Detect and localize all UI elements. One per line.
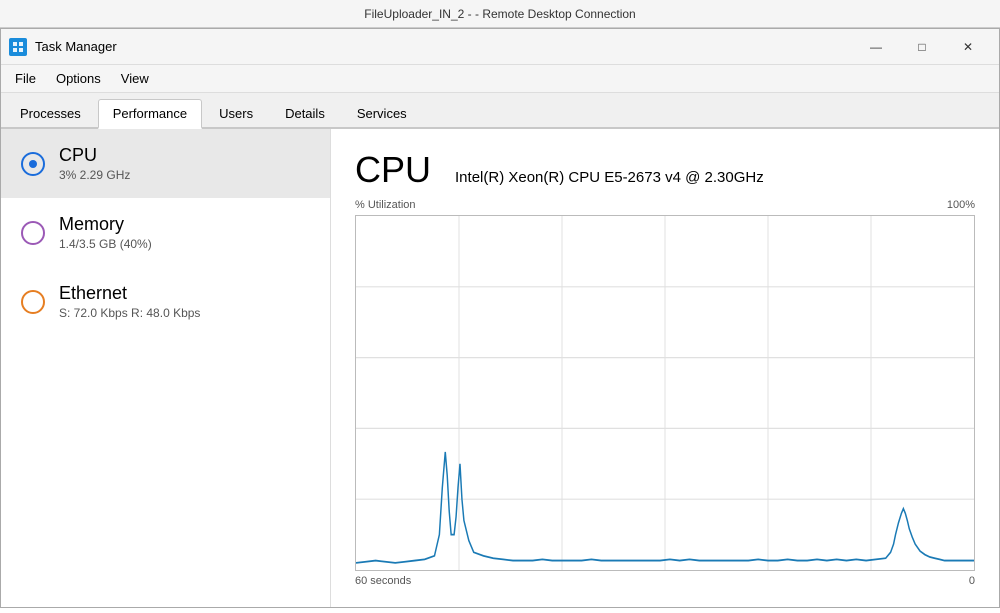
- cpu-model: Intel(R) Xeon(R) CPU E5-2673 v4 @ 2.30GH…: [455, 169, 764, 186]
- task-manager-window: Task Manager — □ ✕ File Options View Pro…: [0, 28, 1000, 608]
- menu-options[interactable]: Options: [46, 67, 111, 90]
- ethernet-detail: S: 72.0 Kbps R: 48.0 Kbps: [59, 306, 200, 320]
- memory-detail: 1.4/3.5 GB (40%): [59, 237, 152, 251]
- tab-bar: Processes Performance Users Details Serv…: [1, 93, 999, 129]
- chart-label-utilization: % Utilization: [355, 199, 416, 211]
- ethernet-icon: [21, 290, 45, 314]
- task-manager-icon: [9, 38, 27, 56]
- menu-bar: File Options View: [1, 65, 999, 93]
- sidebar: CPU 3% 2.29 GHz Memory 1.4/3.5 GB (40%) …: [1, 129, 331, 607]
- window-title: Task Manager: [35, 39, 853, 54]
- maximize-button[interactable]: □: [899, 31, 945, 63]
- chart-label-100: 100%: [947, 199, 975, 211]
- chart-footer-right: 0: [969, 575, 975, 587]
- ethernet-label: Ethernet: [59, 283, 200, 304]
- tab-performance[interactable]: Performance: [98, 99, 202, 129]
- sidebar-item-cpu[interactable]: CPU 3% 2.29 GHz: [1, 129, 330, 198]
- cpu-detail: 3% 2.29 GHz: [59, 168, 130, 182]
- cpu-panel-title: CPU: [355, 149, 431, 191]
- ethernet-text: Ethernet S: 72.0 Kbps R: 48.0 Kbps: [59, 283, 200, 320]
- cpu-header: CPU Intel(R) Xeon(R) CPU E5-2673 v4 @ 2.…: [355, 149, 975, 191]
- main-content: CPU 3% 2.29 GHz Memory 1.4/3.5 GB (40%) …: [1, 129, 999, 607]
- remote-desktop-bar: FileUploader_IN_2 - - Remote Desktop Con…: [0, 0, 1000, 28]
- sidebar-item-ethernet[interactable]: Ethernet S: 72.0 Kbps R: 48.0 Kbps: [1, 267, 330, 336]
- cpu-text: CPU 3% 2.29 GHz: [59, 145, 130, 182]
- menu-view[interactable]: View: [111, 67, 159, 90]
- memory-label: Memory: [59, 214, 152, 235]
- chart-footer-left: 60 seconds: [355, 575, 411, 587]
- tab-processes[interactable]: Processes: [5, 99, 96, 127]
- cpu-icon: [21, 152, 45, 176]
- minimize-button[interactable]: —: [853, 31, 899, 63]
- close-button[interactable]: ✕: [945, 31, 991, 63]
- memory-icon: [21, 221, 45, 245]
- window-titlebar: Task Manager — □ ✕: [1, 29, 999, 65]
- remote-desktop-title: FileUploader_IN_2 - - Remote Desktop Con…: [364, 7, 635, 21]
- chart-footer: 60 seconds 0: [355, 575, 975, 587]
- chart-labels: % Utilization 100%: [355, 199, 975, 211]
- window-controls: — □ ✕: [853, 31, 991, 63]
- menu-file[interactable]: File: [5, 67, 46, 90]
- tab-users[interactable]: Users: [204, 99, 268, 127]
- tab-details[interactable]: Details: [270, 99, 340, 127]
- cpu-chart: [355, 215, 975, 571]
- tab-services[interactable]: Services: [342, 99, 422, 127]
- cpu-label: CPU: [59, 145, 130, 166]
- memory-text: Memory 1.4/3.5 GB (40%): [59, 214, 152, 251]
- cpu-panel: CPU Intel(R) Xeon(R) CPU E5-2673 v4 @ 2.…: [331, 129, 999, 607]
- sidebar-item-memory[interactable]: Memory 1.4/3.5 GB (40%): [1, 198, 330, 267]
